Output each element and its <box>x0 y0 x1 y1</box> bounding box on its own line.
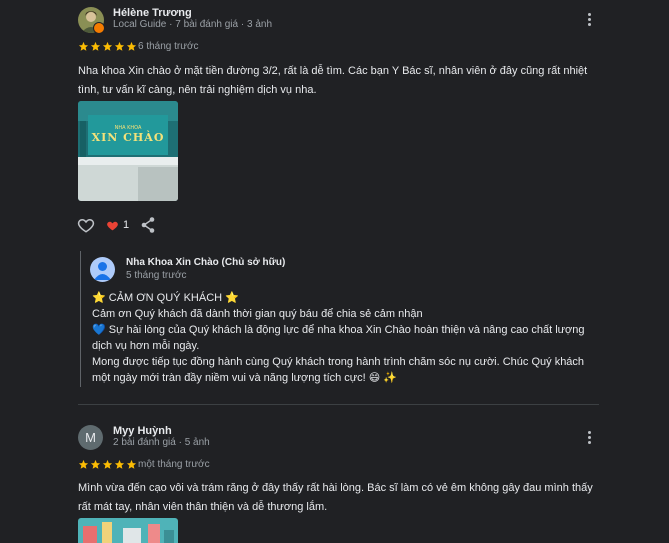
star-icon <box>78 459 89 469</box>
heart-outline-icon <box>77 218 95 233</box>
review-time: một tháng trước <box>138 459 210 470</box>
star-icon <box>126 41 137 51</box>
reply-line: ⭐ CẢM ƠN QUÝ KHÁCH ⭐ <box>92 292 239 304</box>
star-icon <box>90 459 101 469</box>
photo-sign: XIN CHÀO <box>91 131 165 144</box>
default-user-icon <box>94 262 111 280</box>
reply-line: Mong được tiếp tục đồng hành cùng Quý kh… <box>92 356 585 368</box>
author-name[interactable]: Hélène Trương <box>113 7 192 19</box>
star-icon <box>90 41 101 51</box>
review-photo[interactable]: NHA KHOA XIN CHÀO <box>78 101 178 201</box>
review-text: Mình vừa đến cạo vôi và trám răng ở đây … <box>78 482 593 513</box>
author-meta: Local Guide · 7 bài đánh giá · 3 ảnh <box>113 19 272 30</box>
reply-line: Cảm ơn Quý khách đã dành thời gian quý b… <box>92 308 423 320</box>
owner-name: Nha Khoa Xin Chào (Chủ sở hữu) <box>126 257 286 268</box>
review-time: 6 tháng trước <box>138 41 199 52</box>
like-count-chip[interactable]: 1 <box>106 218 129 232</box>
star-icon <box>102 459 113 469</box>
star-rating <box>78 459 137 470</box>
avatar[interactable]: M <box>78 425 103 450</box>
review-divider <box>78 404 599 405</box>
star-icon <box>126 459 137 469</box>
review-text: Nha khoa Xin chào ở mặt tiền đường 3/2, … <box>78 65 588 96</box>
reply-line: dịch vụ hơn mỗi ngày. <box>92 340 200 352</box>
like-count: 1 <box>123 219 130 231</box>
star-rating <box>78 41 137 52</box>
more-vert-icon[interactable] <box>581 9 597 29</box>
reply-line: 💙 Sự hài lòng của Quý khách là động lực … <box>92 324 585 336</box>
star-icon <box>102 41 113 51</box>
like-button[interactable] <box>77 216 95 234</box>
author-meta: 2 bài đánh giá · 5 ảnh <box>113 437 210 448</box>
star-icon <box>78 41 89 51</box>
owner-avatar <box>90 257 115 282</box>
star-icon <box>114 41 125 51</box>
owner-reply-time: 5 tháng trước <box>126 270 187 281</box>
review-photo[interactable] <box>78 518 178 543</box>
share-button[interactable] <box>140 216 156 234</box>
heart-filled-icon <box>107 221 118 230</box>
share-icon <box>141 217 155 233</box>
author-name[interactable]: Myy Huỳnh <box>113 425 172 437</box>
reply-line: một ngày mới tràn đầy niềm vui và năng l… <box>92 372 397 384</box>
more-vert-icon[interactable] <box>581 427 597 447</box>
star-icon <box>114 459 125 469</box>
local-guide-badge-icon <box>93 22 105 34</box>
reply-indent-bar <box>80 251 81 387</box>
avatar-initial: M <box>85 430 96 445</box>
